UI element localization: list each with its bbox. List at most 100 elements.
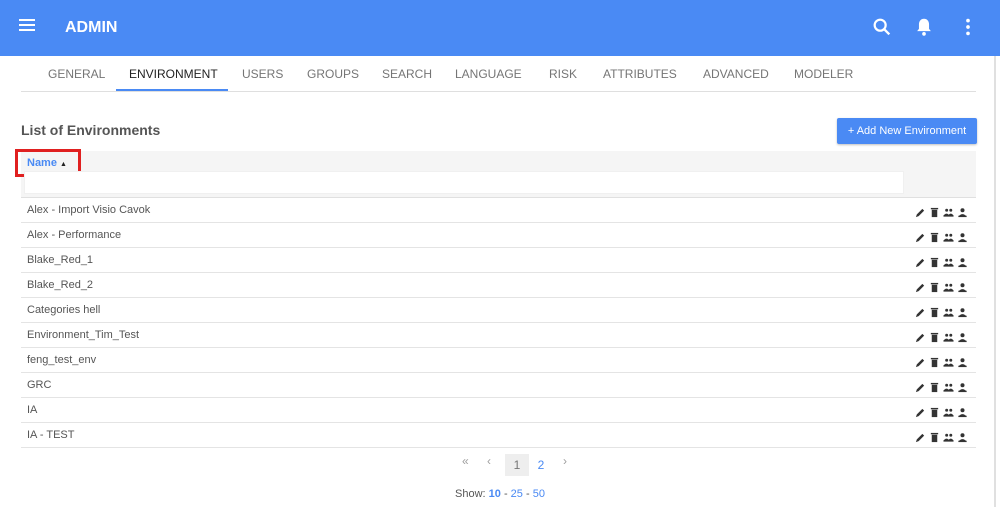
app-title: ADMIN <box>65 19 118 36</box>
delete-icon[interactable] <box>929 380 940 393</box>
edit-icon[interactable] <box>915 330 926 343</box>
groups-icon[interactable] <box>943 255 954 267</box>
add-new-environment-button[interactable]: + Add New Environment <box>837 118 977 144</box>
admin-tabs: GENERAL ENVIRONMENT USERS GROUPS SEARCH … <box>21 56 976 92</box>
delete-icon[interactable] <box>929 255 940 268</box>
page-2-button[interactable]: 2 <box>529 454 553 476</box>
show-label: Show: <box>455 488 486 500</box>
first-page-button[interactable]: « <box>462 454 469 468</box>
tab-environment[interactable]: ENVIRONMENT <box>129 67 218 81</box>
next-page-button[interactable]: › <box>563 454 567 468</box>
environment-name: Alex - Import Visio Cavok <box>27 204 151 216</box>
groups-icon[interactable] <box>943 330 954 342</box>
delete-icon[interactable] <box>929 305 940 318</box>
row-actions <box>915 205 968 218</box>
environment-list: Alex - Import Visio Cavok Alex - Performa… <box>21 198 976 448</box>
user-icon[interactable] <box>957 380 968 393</box>
environment-name: Blake_Red_2 <box>27 279 94 291</box>
search-icon[interactable] <box>871 16 893 38</box>
tab-risk[interactable]: RISK <box>549 67 577 81</box>
edit-icon[interactable] <box>915 355 926 368</box>
user-icon[interactable] <box>957 255 968 268</box>
user-icon[interactable] <box>957 355 968 368</box>
edit-icon[interactable] <box>915 255 926 268</box>
environment-name: feng_test_env <box>27 354 97 366</box>
delete-icon[interactable] <box>929 430 940 443</box>
delete-icon[interactable] <box>929 205 940 218</box>
tab-advanced[interactable]: ADVANCED <box>703 67 769 81</box>
groups-icon[interactable] <box>943 230 954 242</box>
more-vert-icon[interactable] <box>957 16 979 38</box>
table-row[interactable]: feng_test_env <box>21 348 976 373</box>
edit-icon[interactable] <box>915 305 926 318</box>
scrollbar-track <box>994 56 996 507</box>
tab-modeler[interactable]: MODELER <box>794 67 853 81</box>
page-size-10[interactable]: 10 <box>489 488 501 500</box>
delete-icon[interactable] <box>929 230 940 243</box>
groups-icon[interactable] <box>943 205 954 217</box>
row-actions <box>915 430 968 443</box>
tab-users[interactable]: USERS <box>242 67 283 81</box>
environment-name: Alex - Performance <box>27 229 122 241</box>
user-icon[interactable] <box>957 305 968 318</box>
tab-search[interactable]: SEARCH <box>382 67 432 81</box>
table-row[interactable]: Alex - Performance <box>21 223 976 248</box>
edit-icon[interactable] <box>915 405 926 418</box>
environment-name: Environment_Tim_Test <box>27 329 140 341</box>
groups-icon[interactable] <box>943 305 954 317</box>
edit-icon[interactable] <box>915 430 926 443</box>
row-actions <box>915 330 968 343</box>
user-icon[interactable] <box>957 280 968 293</box>
table-row[interactable]: Alex - Import Visio Cavok <box>21 198 976 223</box>
table-row[interactable]: IA - TEST <box>21 423 976 448</box>
row-actions <box>915 230 968 243</box>
groups-icon[interactable] <box>943 280 954 292</box>
user-icon[interactable] <box>957 205 968 218</box>
table-row[interactable]: IA <box>21 398 976 423</box>
page-size-50[interactable]: 50 <box>533 488 545 500</box>
name-filter-input[interactable] <box>24 171 904 194</box>
table-row[interactable]: Blake_Red_2 <box>21 273 976 298</box>
groups-icon[interactable] <box>943 430 954 442</box>
top-app-bar: ADMIN <box>0 0 1000 56</box>
page-1-button[interactable]: 1 <box>505 454 529 476</box>
page-size-25[interactable]: 25 <box>511 488 523 500</box>
table-row[interactable]: GRC <box>21 373 976 398</box>
delete-icon[interactable] <box>929 355 940 368</box>
row-actions <box>915 305 968 318</box>
user-icon[interactable] <box>957 405 968 418</box>
edit-icon[interactable] <box>915 230 926 243</box>
tab-general[interactable]: GENERAL <box>48 67 105 81</box>
active-tab-indicator <box>116 89 228 91</box>
delete-icon[interactable] <box>929 405 940 418</box>
environment-name: IA - TEST <box>27 429 75 441</box>
environment-name: Blake_Red_1 <box>27 254 94 266</box>
edit-icon[interactable] <box>915 380 926 393</box>
table-row[interactable]: Categories hell <box>21 298 976 323</box>
row-actions <box>915 405 968 418</box>
page-size-selector: Show: 10 - 25 - 50 <box>455 488 545 500</box>
row-actions <box>915 255 968 268</box>
user-icon[interactable] <box>957 330 968 343</box>
row-actions <box>915 280 968 293</box>
edit-icon[interactable] <box>915 205 926 218</box>
user-icon[interactable] <box>957 430 968 443</box>
delete-icon[interactable] <box>929 330 940 343</box>
groups-icon[interactable] <box>943 355 954 367</box>
section-title: List of Environments <box>21 122 161 138</box>
tab-language[interactable]: LANGUAGE <box>455 67 522 81</box>
environment-name: GRC <box>27 379 52 391</box>
delete-icon[interactable] <box>929 280 940 293</box>
table-row[interactable]: Blake_Red_1 <box>21 248 976 273</box>
table-row[interactable]: Environment_Tim_Test <box>21 323 976 348</box>
bell-icon[interactable] <box>913 16 935 38</box>
menu-icon[interactable] <box>19 19 35 33</box>
row-actions <box>915 380 968 393</box>
tab-groups[interactable]: GROUPS <box>307 67 359 81</box>
groups-icon[interactable] <box>943 405 954 417</box>
user-icon[interactable] <box>957 230 968 243</box>
edit-icon[interactable] <box>915 280 926 293</box>
tab-attributes[interactable]: ATTRIBUTES <box>603 67 677 81</box>
groups-icon[interactable] <box>943 380 954 392</box>
prev-page-button[interactable]: ‹ <box>487 454 491 468</box>
